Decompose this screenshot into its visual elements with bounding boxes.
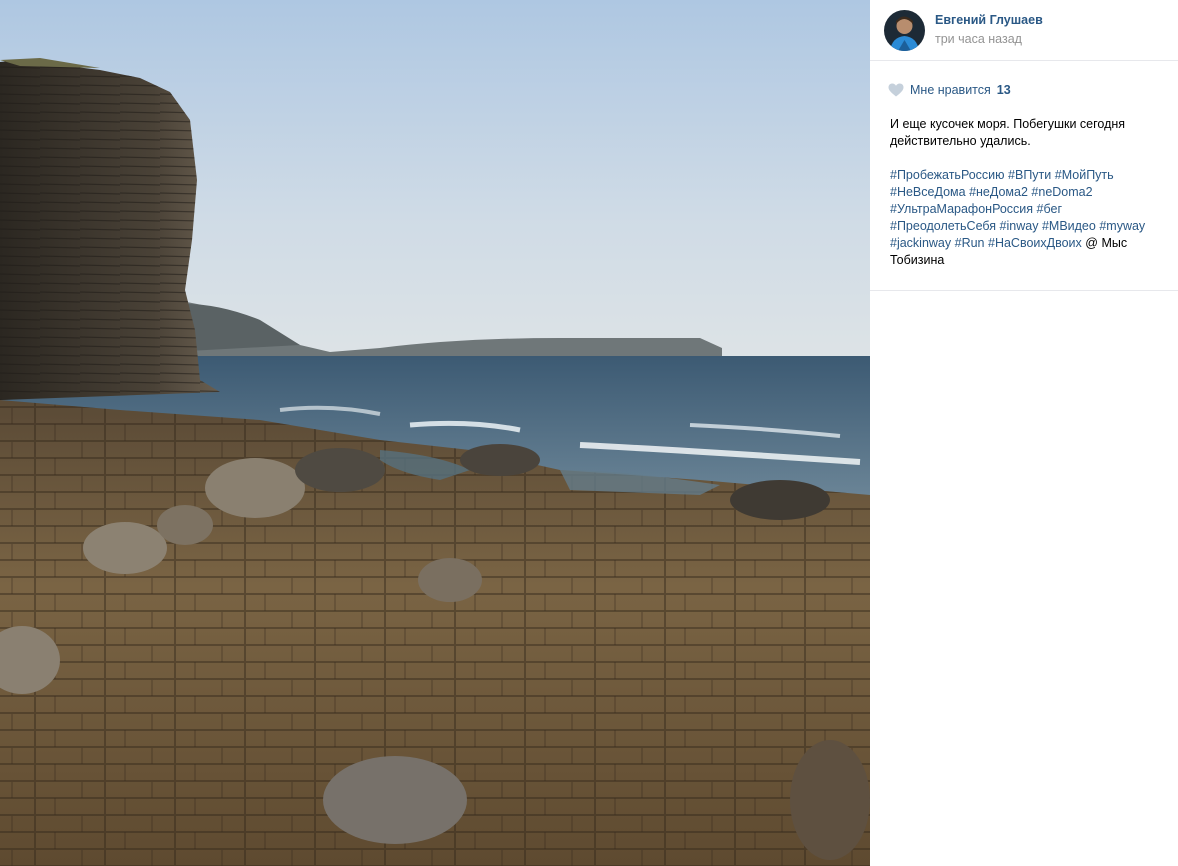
hashtag-list: #ПробежатьРоссию #ВПути #МойПуть #НеВсеД… [890,167,1168,269]
hashtag-link[interactable]: #Run [955,236,985,250]
hashtag-link[interactable]: #jackinway [890,236,951,250]
author-name[interactable]: Евгений Глушаев [935,13,1043,27]
seashore-photo [0,0,870,866]
post-time[interactable]: три часа назад [935,32,1022,46]
hashtag-link[interactable]: #МВидео [1042,219,1096,233]
hashtag-link[interactable]: #neDoma2 [1031,185,1092,199]
post-caption: И еще кусочек моря. Побегушки сегодня де… [890,116,1168,269]
hashtag-link[interactable]: #ПреодолетьСебя [890,219,996,233]
hashtag-link[interactable]: #ВПути [1008,168,1051,182]
post-header: Евгений Глушаев три часа назад [870,0,1178,61]
hashtag-link[interactable]: #ПробежатьРоссию [890,168,1005,182]
like-count: 13 [996,83,1011,97]
hashtag-link[interactable]: #УльтраМарафонРоссия [890,202,1033,216]
heart-icon [888,83,904,97]
hashtag-link[interactable]: #inway [1000,219,1039,233]
hashtag-link[interactable]: #бег [1037,202,1062,216]
hashtag-link[interactable]: #НаСвоихДвоих [988,236,1082,250]
hashtag-link[interactable]: #myway [1099,219,1145,233]
hashtag-link[interactable]: #неДома2 [969,185,1028,199]
like-label: Мне нравится [910,83,991,97]
hashtag-link[interactable]: #НеВсеДома [890,185,966,199]
avatar[interactable] [884,10,925,51]
post-photo[interactable] [0,0,870,866]
post-sidebar: Евгений Глушаев три часа назад Мне нрави… [870,0,1178,866]
like-button[interactable]: Мне нравится 13 [888,82,1011,98]
divider [870,290,1178,291]
user-avatar-image [884,10,925,51]
caption-text: И еще кусочек моря. Побегушки сегодня де… [890,117,1126,148]
location-prefix: @ [1085,236,1102,250]
hashtag-link[interactable]: #МойПуть [1055,168,1114,182]
